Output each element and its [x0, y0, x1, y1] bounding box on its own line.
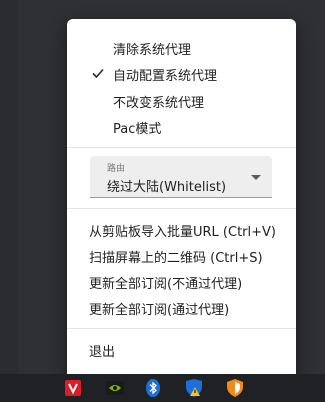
shield-icon — [227, 379, 243, 397]
v2rayn-icon — [65, 380, 81, 396]
tray-icon-v2rayn[interactable] — [62, 377, 84, 399]
menu-item-auto-system-proxy[interactable]: 自动配置系统代理 — [67, 62, 296, 86]
menu-item-label: 不改变系统代理 — [113, 95, 205, 111]
menu-item-keep-system-proxy[interactable]: 不改变系统代理 — [67, 89, 296, 113]
dropdown-arrow-icon — [251, 175, 261, 180]
menu-item-clear-system-proxy[interactable]: 清除系统代理 — [67, 36, 296, 60]
menu-item-label: 扫描屏幕上的二维码 (Ctrl+S) — [89, 250, 263, 266]
menu-item-import-clipboard[interactable]: 从剪贴板导入批量URL (Ctrl+V) — [67, 218, 296, 242]
tray-icon-security-warning[interactable] — [183, 377, 205, 399]
menu-item-label: 自动配置系统代理 — [113, 68, 218, 84]
background-band — [0, 0, 18, 402]
menu-item-label: 更新全部订阅(不通过代理) — [89, 276, 243, 292]
menu-divider — [67, 147, 296, 148]
menu-item-label: 从剪贴板导入批量URL (Ctrl+V) — [89, 224, 276, 240]
menu-item-exit[interactable]: 退出 — [67, 338, 296, 362]
menu-item-label: 更新全部订阅(通过代理) — [89, 302, 230, 318]
routing-select[interactable]: 路由 绕过大陆(Whitelist) — [90, 156, 272, 198]
menu-item-label: 退出 — [89, 344, 116, 360]
menu-item-label: Pac模式 — [113, 121, 162, 137]
taskbar — [0, 374, 325, 402]
menu-item-scan-qrcode[interactable]: 扫描屏幕上的二维码 (Ctrl+S) — [67, 244, 296, 268]
checkmark-icon — [92, 68, 104, 79]
routing-select-value: 绕过大陆(Whitelist) — [107, 180, 227, 195]
tray-context-menu: 清除系统代理 自动配置系统代理 不改变系统代理 Pac模式 路由 绕过大陆(Wh… — [67, 19, 296, 379]
tray-icon-nvidia[interactable] — [104, 377, 126, 399]
menu-divider — [67, 328, 296, 329]
menu-item-update-subscriptions-proxy[interactable]: 更新全部订阅(通过代理) — [67, 296, 296, 320]
menu-divider — [67, 208, 296, 209]
security-warning-icon — [186, 379, 202, 397]
nvidia-icon — [106, 381, 124, 395]
tray-icon-bluetooth[interactable] — [142, 377, 164, 399]
routing-select-caption: 路由 — [107, 164, 126, 174]
bluetooth-icon — [146, 379, 160, 397]
menu-item-pac-mode[interactable]: Pac模式 — [67, 115, 296, 139]
tray-icon-shield[interactable] — [224, 377, 246, 399]
menu-item-label: 清除系统代理 — [113, 42, 192, 58]
menu-item-update-subscriptions-direct[interactable]: 更新全部订阅(不通过代理) — [67, 270, 296, 294]
